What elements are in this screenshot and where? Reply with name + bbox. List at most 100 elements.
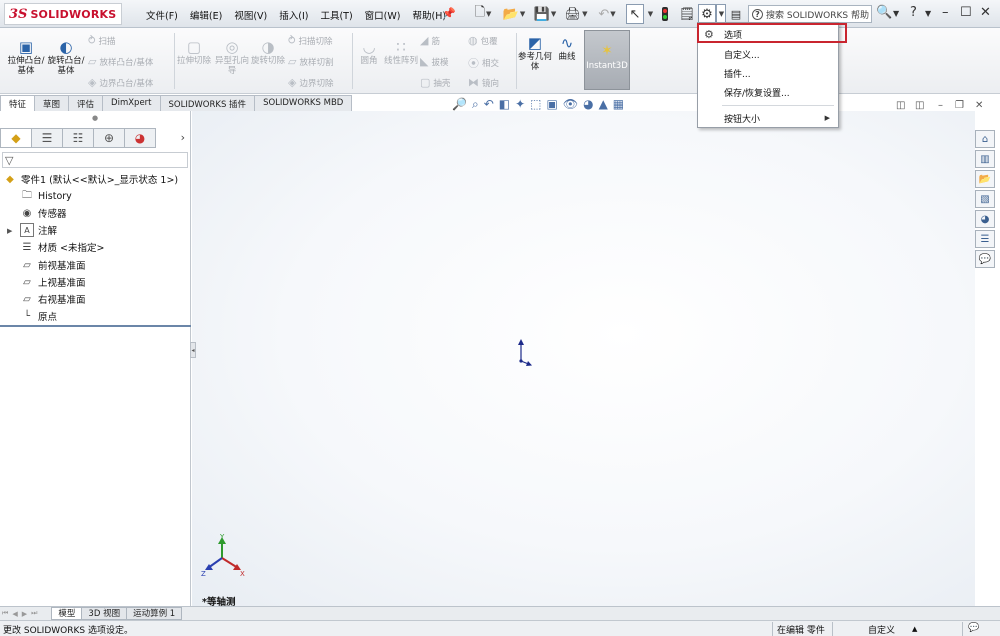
panel-collapse-handle[interactable]: ◂	[190, 342, 196, 358]
wrap-button[interactable]: ◍ 包覆	[468, 34, 498, 47]
chevron-down-icon[interactable]: ▼	[893, 9, 899, 18]
forum-icon[interactable]: 💬	[975, 250, 995, 268]
solidworks-resources-icon[interactable]: ⌂	[975, 130, 995, 148]
solidworks-logo[interactable]: 3S SOLIDWORKS	[4, 3, 122, 25]
chevron-down-icon[interactable]: ▼	[925, 9, 931, 18]
open-button[interactable]: 📂 ▼	[502, 4, 526, 24]
previous-view-icon[interactable]: ↶	[484, 97, 494, 112]
rollback-bar[interactable]	[0, 325, 191, 327]
display-manager-tab-icon[interactable]: ◕	[124, 128, 156, 148]
zoom-to-area-icon[interactable]: ⌕	[472, 97, 479, 112]
new-document-button[interactable]: 🗋 ▼	[472, 4, 494, 24]
chevron-right-icon[interactable]: ›	[181, 131, 185, 144]
options-dropdown-button[interactable]: ▼	[716, 4, 726, 24]
tree-item-material[interactable]: ☰ 材质 <未指定>	[20, 240, 105, 255]
last-tab-icon[interactable]: ⏭	[29, 609, 39, 618]
tree-item-sensors[interactable]: ◉ 传感器	[20, 206, 67, 221]
menu-edit[interactable]: 编辑(E)	[184, 6, 228, 24]
appearances-icon[interactable]: ◕	[975, 210, 995, 228]
first-tab-icon[interactable]: ⏮	[0, 609, 10, 618]
quick-tips-icon[interactable]: 💬	[968, 623, 979, 633]
apply-scene-icon[interactable]: ▲	[599, 97, 608, 112]
tab-motion-study[interactable]: 运动算例 1	[126, 607, 183, 620]
search-input[interactable]: ? 搜索 SOLIDWORKS 帮助	[748, 5, 872, 23]
extrude-boss-button[interactable]: ▣ 拉伸凸台/基体	[6, 38, 46, 76]
tree-item-annotations[interactable]: A 注解	[20, 223, 57, 237]
options-button[interactable]: ⚙	[698, 4, 716, 24]
fillet-button[interactable]: ◡ 圆角	[354, 38, 384, 66]
next-tab-icon[interactable]: ▶	[20, 610, 29, 618]
shell-button[interactable]: ▢ 抽壳	[420, 76, 450, 89]
menu-view[interactable]: 视图(V)	[228, 6, 273, 24]
help-question-icon[interactable]: ?	[910, 5, 917, 20]
menu-item-save-restore-settings[interactable]: 保存/恢复设置...	[698, 83, 838, 101]
tab-sketch[interactable]: 草图	[34, 95, 70, 111]
toolbar-more-button[interactable]: ▤	[728, 4, 744, 24]
menu-insert[interactable]: 插入(I)	[273, 6, 314, 24]
menu-window[interactable]: 窗口(W)	[359, 6, 407, 24]
hole-wizard-button[interactable]: ◎ 异型孔向导	[212, 38, 252, 76]
save-button[interactable]: 💾 ▼	[534, 4, 557, 24]
tab-model[interactable]: 模型	[51, 607, 83, 620]
menu-item-button-size[interactable]: 按钮大小 ▶	[698, 109, 838, 127]
view-palette-icon[interactable]: ▧	[975, 190, 995, 208]
tab-solidworks-addins[interactable]: SOLIDWORKS 插件	[159, 95, 256, 111]
minimize-icon[interactable]: –	[942, 5, 949, 20]
tab-solidworks-mbd[interactable]: SOLIDWORKS MBD	[254, 95, 353, 111]
section-view-icon[interactable]: ◧	[499, 97, 510, 112]
tab-evaluate[interactable]: 评估	[68, 95, 104, 111]
display-style-icon[interactable]: ▣	[547, 97, 558, 112]
tree-item-right-plane[interactable]: ▱ 右视基准面	[20, 292, 85, 307]
loft-boss-button[interactable]: ▱ 放样凸台/基体	[88, 55, 153, 68]
units-selector[interactable]: 自定义	[868, 623, 895, 636]
print-button[interactable]: 🖨 ▼	[564, 4, 588, 24]
file-properties-button[interactable]: 🗒	[678, 4, 696, 24]
zoom-to-fit-icon[interactable]: 🔎	[452, 97, 467, 112]
menu-file[interactable]: 文件(F)	[140, 6, 184, 24]
edit-appearance-icon[interactable]: ◕	[583, 97, 593, 112]
menu-tools[interactable]: 工具(T)	[314, 6, 358, 24]
tree-item-top-plane[interactable]: ▱ 上视基准面	[20, 275, 85, 290]
reference-geometry-button[interactable]: ◩ 参考几何体	[518, 34, 552, 72]
draft-button[interactable]: ◣ 拔模	[420, 55, 448, 68]
undo-button[interactable]: ↶ ▼	[596, 4, 618, 24]
boundary-boss-button[interactable]: ◈ 边界凸台/基体	[88, 76, 153, 89]
graphics-area[interactable]	[192, 111, 975, 606]
file-explorer-icon[interactable]: 📂	[975, 170, 995, 188]
extrude-cut-button[interactable]: ▢ 拉伸切除	[176, 38, 212, 66]
rib-button[interactable]: ◢ 筋	[420, 34, 440, 47]
configuration-manager-tab-icon[interactable]: ☷	[62, 128, 94, 148]
tree-item-front-plane[interactable]: ▱ 前视基准面	[20, 258, 85, 273]
sweep-button[interactable]: ⥁ 扫描	[88, 34, 116, 47]
lofted-cut-button[interactable]: ▱ 放样切割	[288, 55, 333, 68]
rebuild-button[interactable]	[658, 4, 672, 24]
tab-features[interactable]: 特征	[0, 95, 36, 111]
hide-show-items-icon[interactable]: 👁	[563, 97, 578, 112]
tree-root-part[interactable]: ◆ 零件1 (默认<<默认>_显示状态 1>)	[3, 172, 178, 187]
tab-dimxpert[interactable]: DimXpert	[102, 95, 161, 111]
revolve-cut-button[interactable]: ◑ 旋转切除	[250, 38, 286, 66]
menu-item-customize[interactable]: 自定义...	[698, 45, 838, 63]
dimxpert-manager-tab-icon[interactable]: ⊕	[93, 128, 125, 148]
curves-button[interactable]: ∿ 曲线	[552, 34, 582, 62]
viewport-restore-icon[interactable]: ❐	[955, 100, 964, 111]
tile-right-icon[interactable]: ◫	[915, 100, 924, 111]
panel-grip-icon[interactable]: ●	[92, 114, 98, 122]
select-dropdown[interactable]: ▼	[645, 4, 655, 24]
view-orientation-icon[interactable]: ⬚	[530, 97, 541, 112]
feature-manager-tab-icon[interactable]: ◆	[0, 128, 32, 148]
menu-item-addins[interactable]: 插件...	[698, 64, 838, 82]
maximize-icon[interactable]: ☐	[960, 5, 972, 20]
viewport-close-icon[interactable]: ✕	[975, 100, 983, 111]
swept-cut-button[interactable]: ⥁ 扫描切除	[288, 34, 333, 47]
tree-item-origin[interactable]: └ 原点	[20, 309, 57, 324]
chevron-up-icon[interactable]: ▲	[912, 625, 917, 633]
instant3d-button[interactable]: ✶ Instant3D	[584, 30, 630, 90]
intersect-button[interactable]: ⦿ 相交	[468, 55, 499, 71]
tile-left-icon[interactable]: ◫	[896, 100, 905, 111]
tab-3d-views[interactable]: 3D 视图	[81, 607, 128, 620]
custom-properties-icon[interactable]: ☰	[975, 230, 995, 248]
linear-pattern-button[interactable]: ∷ 线性阵列	[384, 38, 418, 66]
boundary-cut-button[interactable]: ◈ 边界切除	[288, 76, 333, 89]
tree-item-history[interactable]: 🗀 History	[20, 189, 72, 203]
